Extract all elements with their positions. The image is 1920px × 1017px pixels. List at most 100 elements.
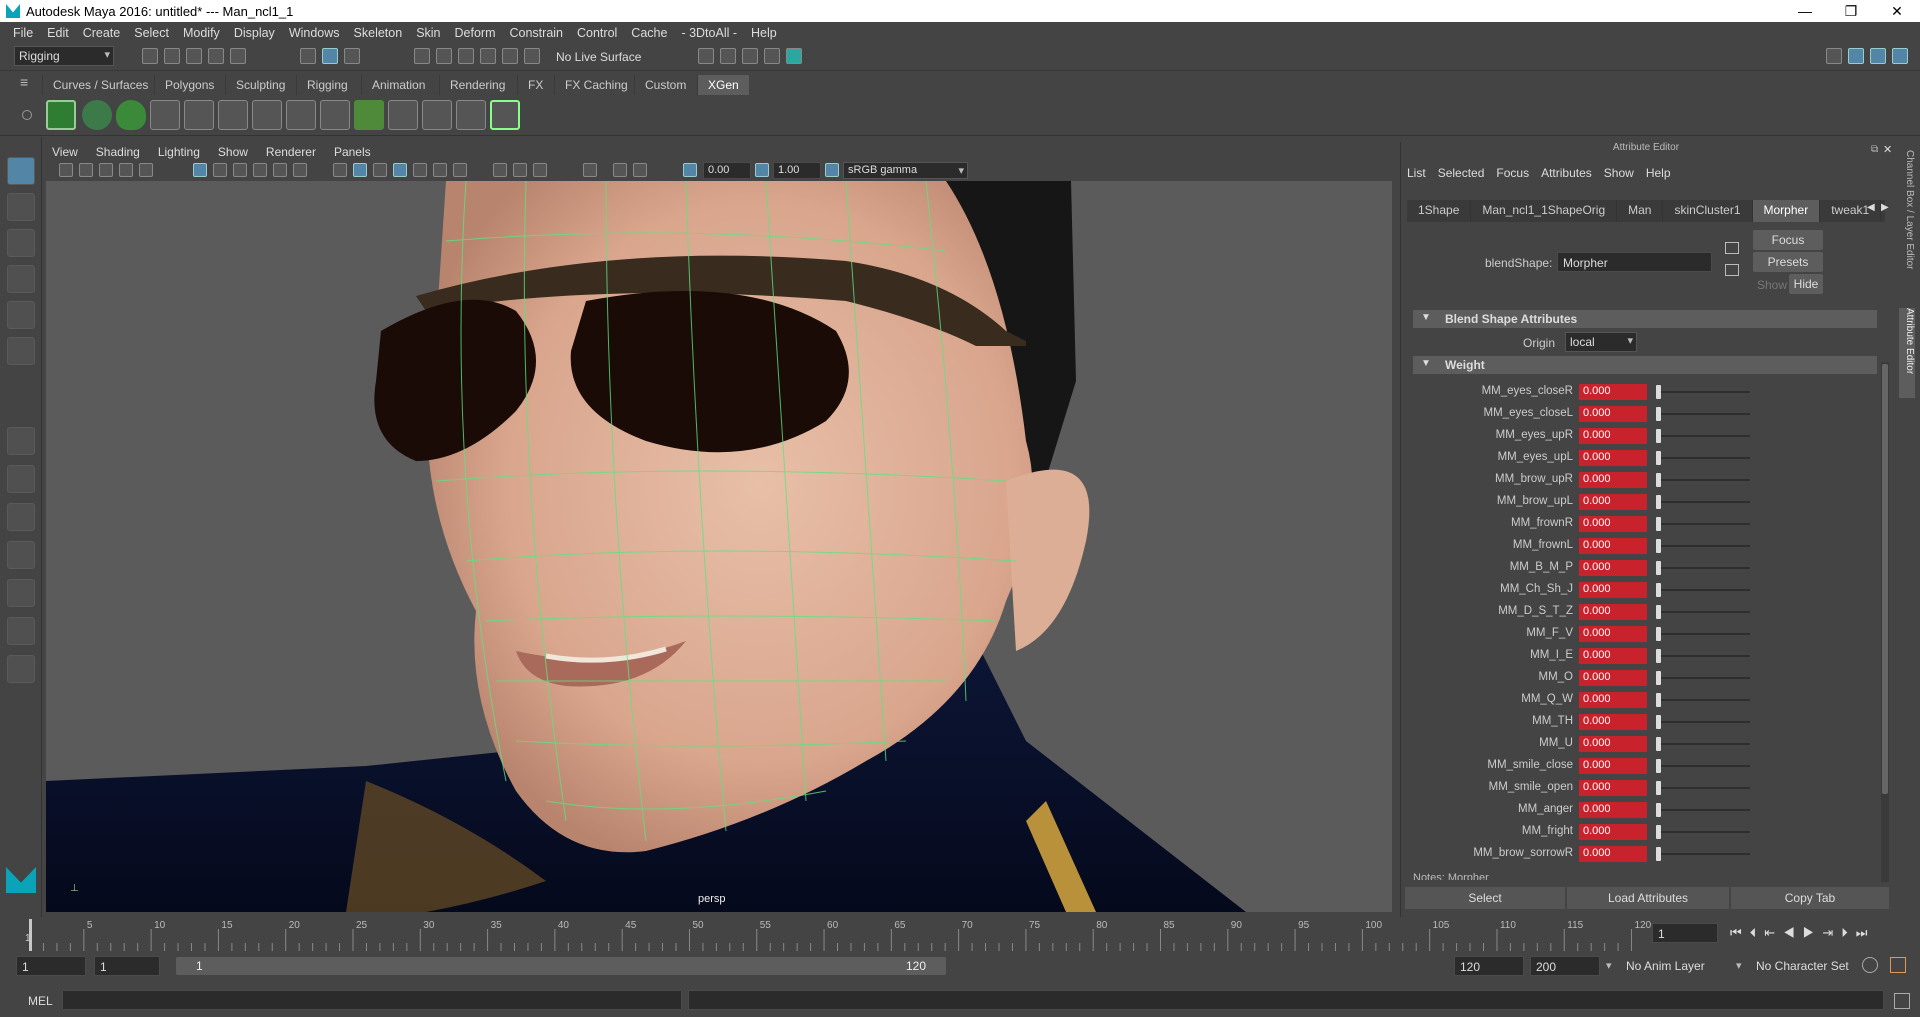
- weight-slider-handle[interactable]: [1656, 473, 1661, 487]
- ipr-render-icon[interactable]: [742, 48, 758, 64]
- image-plane-icon[interactable]: [99, 163, 113, 177]
- weight-slider-track[interactable]: [1657, 501, 1750, 503]
- weight-value-field[interactable]: 0.000: [1579, 692, 1647, 708]
- side-tab-attribute-editor[interactable]: Attribute Editor: [1899, 308, 1915, 398]
- xgen-select-guides-icon[interactable]: [252, 100, 282, 130]
- use-all-lights-icon[interactable]: [433, 163, 447, 177]
- anim-layer-dropdown[interactable]: No Anim Layer: [1626, 959, 1705, 973]
- weight-slider-handle[interactable]: [1656, 649, 1661, 663]
- float-panel-icon[interactable]: ⧉: [1871, 144, 1878, 155]
- range-slider-bar[interactable]: 1 120: [176, 957, 946, 975]
- ambient-occlusion-icon[interactable]: [493, 163, 507, 177]
- weight-slider-handle[interactable]: [1656, 495, 1661, 509]
- weight-value-field[interactable]: 0.000: [1579, 846, 1647, 862]
- redo-icon[interactable]: [230, 48, 246, 64]
- viewport-menu-panels[interactable]: Panels: [325, 145, 380, 159]
- show-button[interactable]: Show: [1757, 278, 1787, 292]
- ae-scrollbar-thumb[interactable]: [1882, 364, 1888, 794]
- undo-icon[interactable]: [208, 48, 224, 64]
- weight-value-field[interactable]: 0.000: [1579, 516, 1647, 532]
- current-frame-field[interactable]: 1: [1652, 923, 1718, 943]
- menu-edit[interactable]: Edit: [40, 26, 76, 40]
- camera-attributes-icon[interactable]: [59, 163, 73, 177]
- auto-key-icon[interactable]: [1862, 957, 1878, 973]
- snap-point-icon[interactable]: [458, 48, 474, 64]
- menu-select[interactable]: Select: [127, 26, 176, 40]
- weight-slider-handle[interactable]: [1656, 671, 1661, 685]
- weight-slider-handle[interactable]: [1656, 429, 1661, 443]
- script-editor-icon[interactable]: [1894, 993, 1910, 1009]
- close-panel-icon[interactable]: ✕: [1883, 143, 1892, 156]
- weight-slider-handle[interactable]: [1656, 781, 1661, 795]
- xgen-create-description-icon[interactable]: [116, 100, 146, 130]
- hide-button[interactable]: Hide: [1789, 274, 1823, 294]
- persp-outliner-layout-icon[interactable]: [7, 579, 35, 607]
- weight-slider-track[interactable]: [1657, 765, 1750, 767]
- weight-slider-handle[interactable]: [1656, 583, 1661, 597]
- menu-file[interactable]: File: [6, 26, 40, 40]
- new-scene-icon[interactable]: [142, 48, 158, 64]
- field-chart-icon[interactable]: [273, 163, 287, 177]
- weight-slider-handle[interactable]: [1656, 451, 1661, 465]
- ae-menu-help[interactable]: Help: [1646, 166, 1679, 180]
- weight-slider-handle[interactable]: [1656, 539, 1661, 553]
- snap-curve-icon[interactable]: [436, 48, 452, 64]
- tab-scroll-left-icon[interactable]: ◀: [1867, 202, 1875, 213]
- xgen-place-guides-icon[interactable]: [150, 100, 180, 130]
- select-object-icon[interactable]: [322, 48, 338, 64]
- xgen-delete-guides-icon[interactable]: [490, 100, 520, 130]
- film-gate-icon[interactable]: [213, 163, 227, 177]
- layout-options-icon[interactable]: [7, 655, 35, 683]
- maximize-icon[interactable]: ❐: [1828, 3, 1874, 20]
- weight-slider-handle[interactable]: [1656, 517, 1661, 531]
- step-forward-frame-icon[interactable]: ⏵: [1841, 925, 1856, 940]
- weight-value-field[interactable]: 0.000: [1579, 714, 1647, 730]
- shadows-icon[interactable]: [453, 163, 467, 177]
- menu-constrain[interactable]: Constrain: [503, 26, 571, 40]
- play-forward-icon[interactable]: ▶: [1803, 925, 1823, 940]
- step-back-frame-icon[interactable]: ⏴: [1750, 925, 1765, 940]
- shelf-tab-xgen[interactable]: XGen: [697, 75, 749, 95]
- camera-bookmark-icon[interactable]: [79, 163, 93, 177]
- go-to-start-icon[interactable]: ⏮: [1730, 925, 1750, 940]
- character-set-menu-icon[interactable]: ▾: [1736, 959, 1742, 972]
- weight-slider-track[interactable]: [1657, 699, 1750, 701]
- menu-help[interactable]: Help: [744, 26, 784, 40]
- move-tool-icon[interactable]: [7, 265, 35, 293]
- presets-button[interactable]: Presets: [1753, 252, 1823, 272]
- weight-slider-track[interactable]: [1657, 611, 1750, 613]
- side-tab-channel-box[interactable]: Channel Box / Layer Editor: [1899, 150, 1915, 290]
- weight-slider-track[interactable]: [1657, 435, 1750, 437]
- anim-layer-menu-icon[interactable]: ▾: [1606, 959, 1612, 972]
- viewport-menu-shading[interactable]: Shading: [87, 145, 149, 159]
- shelf-tab-animation[interactable]: Animation: [361, 75, 435, 95]
- weight-value-field[interactable]: 0.000: [1579, 406, 1647, 422]
- playback-start-field[interactable]: 1: [94, 956, 160, 976]
- weight-value-field[interactable]: 0.000: [1579, 780, 1647, 796]
- xgen-guide-tool-icon[interactable]: [388, 100, 418, 130]
- weight-slider-track[interactable]: [1657, 677, 1750, 679]
- shelf-tab-fx-caching[interactable]: FX Caching: [554, 75, 638, 95]
- weight-slider-track[interactable]: [1657, 391, 1750, 393]
- four-view-layout-icon[interactable]: [7, 465, 35, 493]
- snap-view-plane-icon[interactable]: [480, 48, 496, 64]
- weight-value-field[interactable]: 0.000: [1579, 384, 1647, 400]
- shelf-tab-curves-surfaces[interactable]: Curves / Surfaces: [42, 75, 158, 95]
- weight-slider-track[interactable]: [1657, 743, 1750, 745]
- ae-menu-attributes[interactable]: Attributes: [1541, 166, 1600, 180]
- weight-slider-handle[interactable]: [1656, 825, 1661, 839]
- gamma-field[interactable]: 1.00: [773, 162, 821, 179]
- xgen-sculpt-guides-icon[interactable]: [218, 100, 248, 130]
- weight-value-field[interactable]: 0.000: [1579, 802, 1647, 818]
- anti-aliasing-icon[interactable]: [533, 163, 547, 177]
- weight-slider-handle[interactable]: [1656, 385, 1661, 399]
- weight-slider-handle[interactable]: [1656, 759, 1661, 773]
- select-hierarchy-icon[interactable]: [300, 48, 316, 64]
- weight-slider-handle[interactable]: [1656, 407, 1661, 421]
- weight-value-field[interactable]: 0.000: [1579, 758, 1647, 774]
- wireframe-icon[interactable]: [333, 163, 347, 177]
- view-transform-icon[interactable]: [825, 163, 839, 177]
- select-tool-icon[interactable]: [7, 157, 35, 185]
- rotate-tool-icon[interactable]: [7, 301, 35, 329]
- xgen-length-icon[interactable]: [456, 100, 486, 130]
